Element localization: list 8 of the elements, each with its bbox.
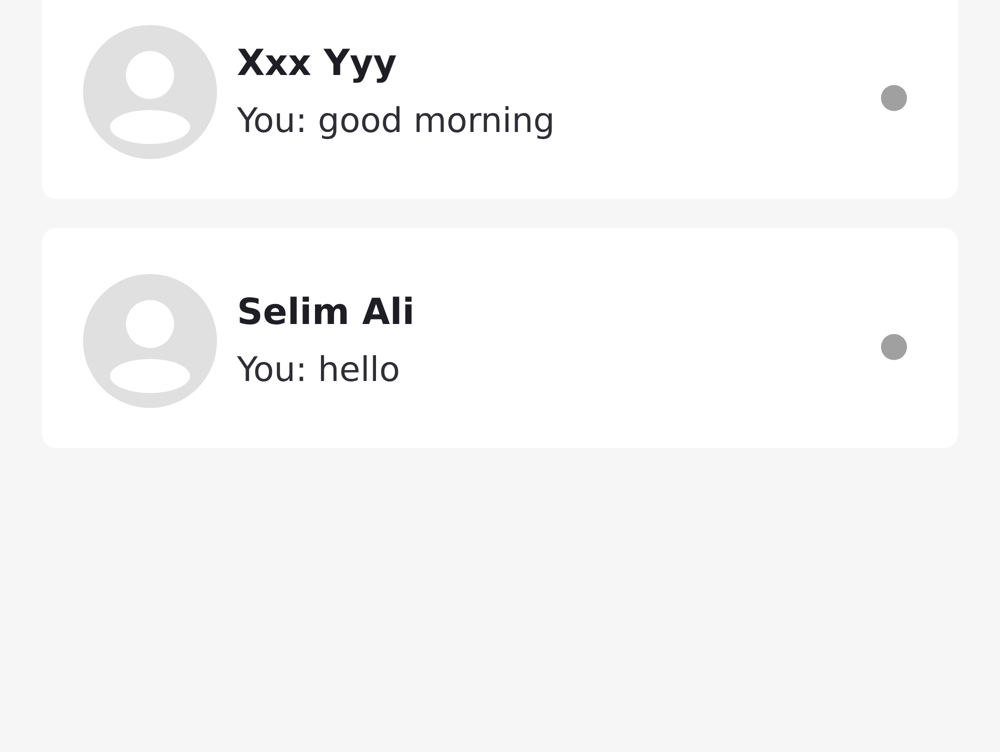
chat-list-item[interactable]: Xxx Yyy You: good morning [42,0,958,199]
chat-list-item[interactable]: Selim Ali You: hello [42,228,958,448]
last-message: You: hello [237,348,402,392]
avatar-icon [83,25,217,159]
contact-name: Xxx Yyy [237,42,398,86]
contact-name: Selim Ali [237,290,416,334]
last-message: You: good morning [237,100,556,142]
avatar-icon [83,274,217,408]
